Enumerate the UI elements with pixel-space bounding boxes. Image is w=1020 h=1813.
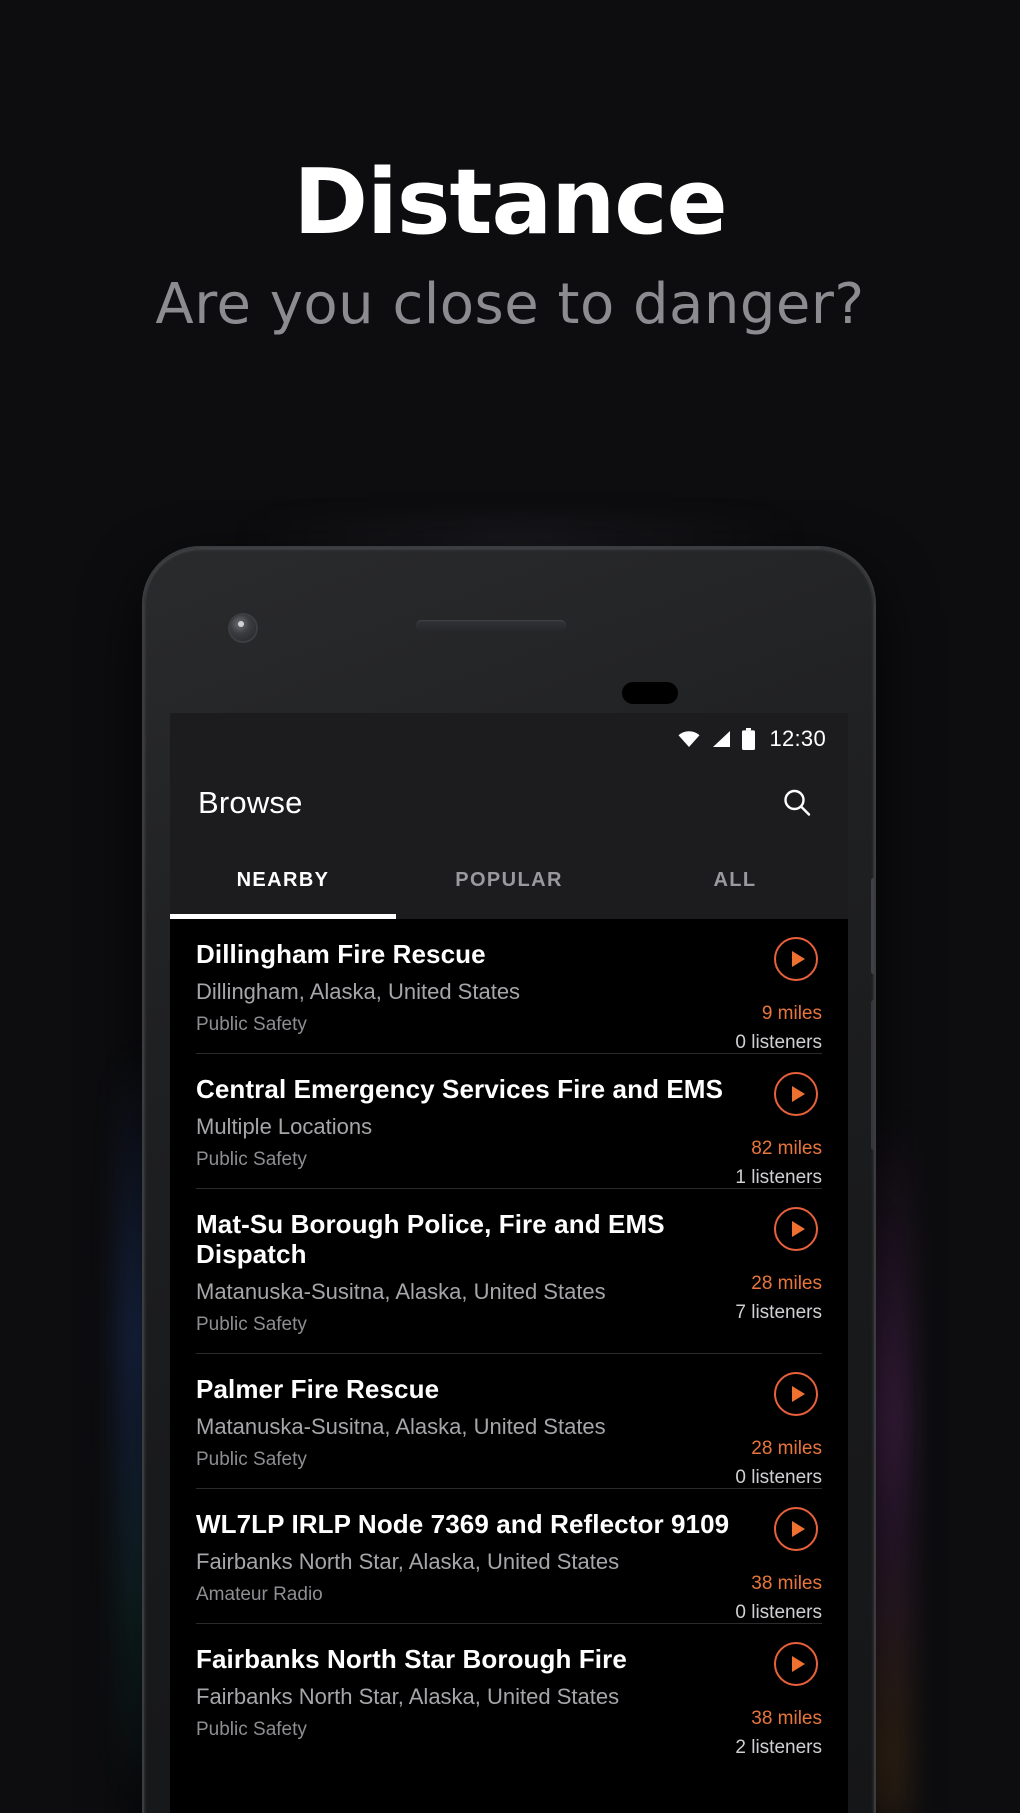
station-distance: 38 miles <box>751 1573 822 1595</box>
list-item[interactable]: Dillingham Fire Rescue Dillingham, Alask… <box>196 919 822 1054</box>
station-distance: 28 miles <box>751 1272 822 1294</box>
search-button[interactable] <box>776 782 818 824</box>
battery-icon <box>742 728 756 750</box>
list-item-text: Dillingham Fire Rescue Dillingham, Alask… <box>196 939 822 1037</box>
station-listeners: 0 listeners <box>735 1467 822 1489</box>
station-title: Dillingham Fire Rescue <box>196 939 486 969</box>
search-icon <box>784 789 811 816</box>
play-icon <box>791 951 805 967</box>
list-item-meta: 38 miles 0 listeners <box>735 1507 822 1624</box>
tab-all[interactable]: ALL <box>622 841 848 919</box>
station-category: Amateur Radio <box>196 1584 323 1606</box>
station-location: Dillingham, Alaska, United States <box>196 978 521 1004</box>
play-button[interactable] <box>774 937 818 981</box>
tab-popular[interactable]: POPULAR <box>396 841 622 919</box>
play-button[interactable] <box>774 1641 818 1686</box>
station-listeners: 1 listeners <box>735 1166 822 1188</box>
station-distance: 38 miles <box>751 1707 822 1729</box>
app-bar: Browse <box>170 765 848 841</box>
station-listeners: 2 listeners <box>735 1736 822 1758</box>
list-item[interactable]: Central Emergency Services Fire and EMS … <box>196 1054 822 1189</box>
play-button[interactable] <box>774 1372 818 1417</box>
play-button[interactable] <box>774 1071 818 1116</box>
list-item-text: Mat-Su Borough Police, Fire and EMS Disp… <box>196 1209 822 1338</box>
station-category: Public Safety <box>196 1314 307 1336</box>
play-button[interactable] <box>774 1206 818 1251</box>
play-icon <box>791 1655 805 1672</box>
station-listeners: 7 listeners <box>735 1301 822 1323</box>
tab-nearby[interactable]: NEARBY <box>170 841 396 919</box>
list-item-text: Fairbanks North Star Borough Fire Fairba… <box>196 1644 822 1742</box>
station-title: Mat-Su Borough Police, Fire and EMS Disp… <box>196 1208 665 1270</box>
list-item-meta: 82 miles 1 listeners <box>735 1071 822 1189</box>
list-item-meta: 28 miles 0 listeners <box>735 1372 822 1489</box>
list-item-text: WL7LP IRLP Node 7369 and Reflector 9109 … <box>196 1509 822 1607</box>
app-bar-title: Browse <box>198 785 303 820</box>
page-title: Distance <box>293 150 727 255</box>
list-item[interactable]: Fairbanks North Star Borough Fire Fairba… <box>196 1624 822 1758</box>
list-item[interactable]: Mat-Su Borough Police, Fire and EMS Disp… <box>196 1189 822 1355</box>
play-icon <box>791 1521 805 1538</box>
list-item-meta: 9 miles 0 listeners <box>735 937 822 1054</box>
phone-screen: 12:30 Browse NEARBY POPULAR ALL Dillingh… <box>170 713 848 1813</box>
tab-bar: NEARBY POPULAR ALL <box>170 841 848 919</box>
station-location: Fairbanks North Star, Alaska, United Sta… <box>196 1548 620 1574</box>
list-item-meta: 28 miles 7 listeners <box>735 1206 822 1324</box>
station-category: Public Safety <box>196 1449 307 1471</box>
station-location: Multiple Locations <box>196 1113 373 1139</box>
station-location: Matanuska-Susitna, Alaska, United States <box>196 1413 606 1439</box>
station-title: WL7LP IRLP Node 7369 and Reflector 9109 <box>196 1509 730 1540</box>
status-bar-clock: 12:30 <box>769 726 826 751</box>
station-location: Fairbanks North Star, Alaska, United Sta… <box>196 1683 620 1709</box>
list-item[interactable]: WL7LP IRLP Node 7369 and Reflector 9109 … <box>196 1489 822 1624</box>
play-icon <box>791 1220 805 1237</box>
phone-mockup: 12:30 Browse NEARBY POPULAR ALL Dillingh… <box>144 548 874 1813</box>
station-listeners: 0 listeners <box>735 1602 822 1624</box>
hero-section: Distance Are you close to danger? <box>0 0 1020 336</box>
status-bar: 12:30 <box>170 713 848 765</box>
wifi-icon <box>678 731 700 747</box>
station-title: Central Emergency Services Fire and EMS <box>196 1073 724 1104</box>
earpiece-speaker <box>416 620 566 631</box>
play-button[interactable] <box>774 1507 818 1552</box>
list-item-text: Central Emergency Services Fire and EMS … <box>196 1074 822 1172</box>
volume-button[interactable] <box>871 1000 874 1150</box>
cellular-signal-icon <box>713 731 731 747</box>
station-list[interactable]: Dillingham Fire Rescue Dillingham, Alask… <box>170 919 848 1813</box>
station-listeners: 0 listeners <box>735 1032 822 1053</box>
station-location: Matanuska-Susitna, Alaska, United States <box>196 1279 606 1305</box>
list-item[interactable]: Palmer Fire Rescue Matanuska-Susitna, Al… <box>196 1354 822 1490</box>
promo-screenshot: Distance Are you close to danger? 12:30 … <box>0 0 1020 1813</box>
station-category: Public Safety <box>196 1719 307 1741</box>
station-distance: 28 miles <box>751 1438 822 1460</box>
power-button[interactable] <box>871 878 874 974</box>
station-category: Public Safety <box>196 1148 307 1170</box>
station-distance: 82 miles <box>751 1137 822 1159</box>
station-category: Public Safety <box>196 1014 307 1036</box>
play-icon <box>791 1386 805 1403</box>
station-title: Fairbanks North Star Borough Fire <box>196 1643 627 1674</box>
station-distance: 9 miles <box>761 1003 822 1024</box>
station-title: Palmer Fire Rescue <box>196 1374 440 1405</box>
list-item-text: Palmer Fire Rescue Matanuska-Susitna, Al… <box>196 1374 822 1472</box>
play-icon <box>791 1085 805 1102</box>
list-item-meta: 38 miles 2 listeners <box>735 1641 822 1759</box>
hero-subtitle: Are you close to danger? <box>155 272 865 337</box>
front-camera-icon <box>230 615 256 641</box>
proximity-sensor <box>622 682 678 704</box>
